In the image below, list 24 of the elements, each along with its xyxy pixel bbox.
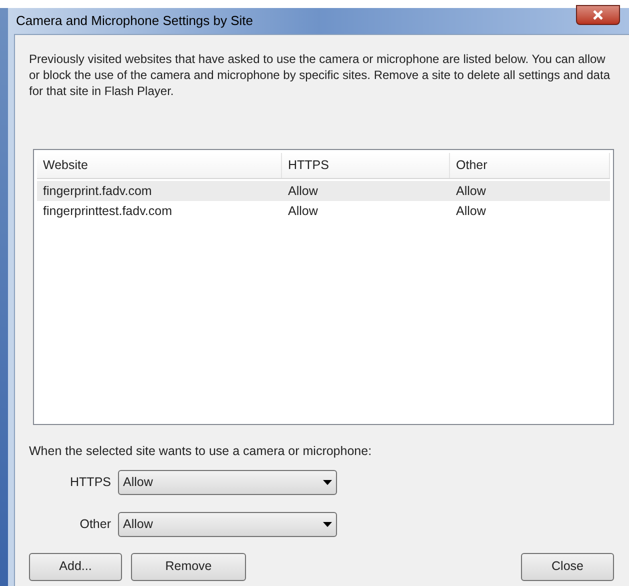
dialog-button[interactable]: Close bbox=[521, 552, 614, 581]
caret-icon bbox=[323, 522, 332, 527]
dialog-button[interactable]: Add... bbox=[29, 552, 122, 581]
table-cell-text: Allow bbox=[455, 182, 487, 200]
table-cell-text: Allow bbox=[455, 202, 487, 220]
field-label: HTTPS bbox=[69, 474, 112, 491]
column-header[interactable]: HTTPS bbox=[288, 156, 329, 175]
caret-icon bbox=[323, 480, 332, 485]
table-cell-text: Allow bbox=[287, 202, 319, 220]
dropdown[interactable]: Allow bbox=[118, 470, 337, 495]
table-cell-text: fingerprinttest.fadv.com bbox=[42, 202, 173, 220]
close-icon bbox=[592, 10, 604, 20]
column-header[interactable]: Website bbox=[43, 156, 88, 175]
dropdown[interactable]: Allow bbox=[118, 512, 337, 537]
field-label: Other bbox=[78, 516, 112, 533]
column-header[interactable]: Other bbox=[456, 156, 488, 175]
dialog-button[interactable]: Remove bbox=[131, 552, 246, 581]
close-button[interactable] bbox=[576, 5, 620, 25]
description-text: Previously visited websites that have asked to use the camera or microphone are listed below. You can allow or block the use of the camera and microphone by specific sites. Remove a site to delete all settings and data for that site in Flash Player. bbox=[29, 51, 611, 99]
window-title: Camera and Microphone Settings by Site bbox=[16, 12, 254, 30]
prompt-text: When the selected site wants to use a camera or microphone: bbox=[29, 443, 373, 460]
table-cell-text: Allow bbox=[287, 182, 319, 200]
table-row[interactable]: fingerprint.fadv.com Allow Allow bbox=[37, 181, 610, 201]
table-cell-text: fingerprint.fadv.com bbox=[42, 182, 153, 200]
